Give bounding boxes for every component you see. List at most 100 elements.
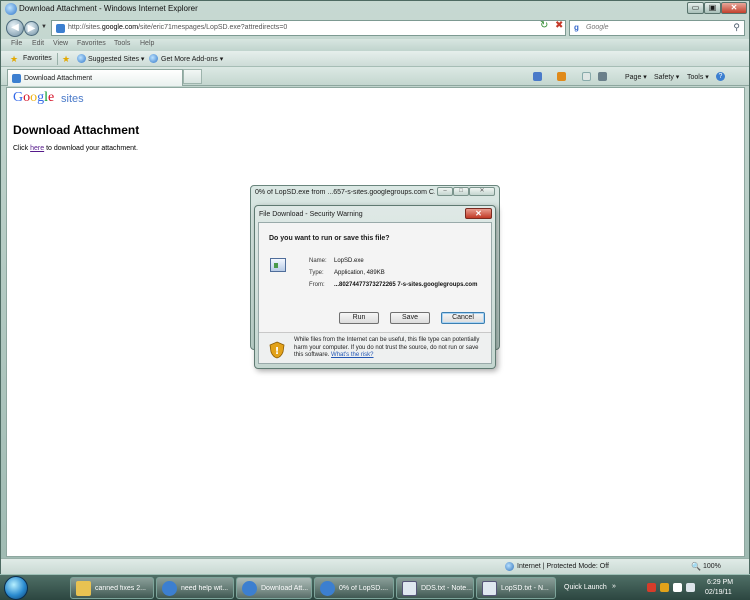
quick-launch-chevron-icon[interactable]: » <box>612 583 616 590</box>
ie-icon <box>162 581 177 596</box>
back-button[interactable]: ◀ <box>6 19 24 37</box>
dialog-close-button[interactable]: ✕ <box>465 208 492 219</box>
volume-icon[interactable] <box>686 583 695 592</box>
get-more-addons-link[interactable]: Get More Add-ons ▾ <box>161 55 223 63</box>
suggested-sites-link[interactable]: Suggested Sites ▾ <box>88 55 144 63</box>
quick-launch-label[interactable]: Quick Launch <box>564 584 607 591</box>
taskbar-button-active[interactable]: Download Att... <box>236 577 312 599</box>
menu-bar: File Edit View Favorites Tools Help <box>1 39 749 51</box>
safety-menu[interactable]: Safety ▾ <box>654 73 679 81</box>
history-dropdown-icon[interactable]: ▼ <box>41 24 47 30</box>
tab-row: Download Attachment Page ▾ Safety ▾ Tool… <box>1 67 749 86</box>
zoom-level[interactable]: 100% <box>703 563 721 570</box>
type-label: Type: <box>309 270 324 276</box>
menu-tools[interactable]: Tools <box>114 40 130 47</box>
new-tab-button[interactable] <box>183 69 202 84</box>
zoom-icon[interactable]: 🔍 <box>691 562 701 571</box>
print-icon[interactable] <box>598 72 607 81</box>
page-title: Download Attachment <box>13 123 140 137</box>
network-icon[interactable] <box>673 583 682 592</box>
taskbar-button[interactable]: need help wit... <box>156 577 234 599</box>
tray-icon[interactable] <box>660 583 669 592</box>
favorites-star-icon[interactable]: ★ <box>10 54 18 65</box>
clock-date[interactable]: 02/19/11 <box>705 589 732 596</box>
logo-letter: e <box>48 90 55 105</box>
feeds-icon[interactable] <box>557 72 566 81</box>
google-search-provider-icon: g <box>574 23 579 32</box>
clock-time[interactable]: 6:29 PM <box>707 579 733 586</box>
page-icon <box>12 74 21 83</box>
close-button[interactable]: ✕ <box>469 187 495 196</box>
sites-logo-text: sites <box>61 93 84 105</box>
download-instructions: Click here to download your attachment. <box>13 145 138 152</box>
favorites-button[interactable]: Favorites <box>23 55 52 62</box>
menu-help[interactable]: Help <box>140 40 154 47</box>
whats-the-risk-link[interactable]: What's the risk? <box>331 352 374 358</box>
ie-page-icon <box>149 54 158 63</box>
folder-icon <box>76 581 91 596</box>
maximize-button[interactable]: ▣ <box>704 2 721 14</box>
start-button[interactable] <box>4 576 28 600</box>
from-label: From: <box>309 282 325 288</box>
search-icon[interactable]: ⚲ <box>733 22 740 33</box>
forward-button[interactable]: ▶ <box>24 21 39 36</box>
stop-icon[interactable]: ✖ <box>555 20 563 31</box>
search-placeholder: Google <box>586 24 609 31</box>
ie-logo-icon <box>5 3 17 15</box>
security-zone-text[interactable]: Internet | Protected Mode: Off <box>517 563 609 570</box>
download-here-link[interactable]: here <box>30 145 44 152</box>
dialog-title: File Download - Security Warning <box>259 211 363 218</box>
menu-favorites[interactable]: Favorites <box>77 40 106 47</box>
menu-edit[interactable]: Edit <box>32 40 44 47</box>
cancel-button[interactable]: Cancel <box>441 312 485 324</box>
ie-icon <box>242 581 257 596</box>
address-bar[interactable]: http://sites.google.com/site/eric71mespa… <box>51 20 585 36</box>
taskbar-button[interactable]: canned fixes 2... <box>70 577 154 599</box>
name-label: Name: <box>309 258 327 264</box>
page-icon <box>56 24 65 33</box>
google-logo[interactable]: Google <box>13 90 54 106</box>
ie-icon <box>320 581 335 596</box>
ie-page-icon <box>77 54 86 63</box>
run-button[interactable]: Run <box>339 312 379 324</box>
home-icon[interactable] <box>533 72 542 81</box>
svg-text:!: ! <box>275 346 280 357</box>
window-title: Download Attachment - Windows Internet E… <box>19 4 198 13</box>
logo-letter: G <box>13 90 24 105</box>
dialog-warning-area: ! While files from the Internet can be u… <box>259 333 491 363</box>
address-row: ◀ ▶ ▼ http://sites.google.com/site/eric7… <box>1 17 749 39</box>
add-favorite-icon[interactable]: ★ <box>62 54 70 65</box>
warning-text: While files from the Internet can be use… <box>294 337 480 358</box>
maximize-button[interactable]: □ <box>453 187 469 196</box>
dialog-question: Do you want to run or save this file? <box>269 235 390 242</box>
favorites-bar: ★ Favorites ★ Suggested Sites ▾ Get More… <box>1 51 749 67</box>
tab-label: Download Attachment <box>24 75 93 82</box>
url-text[interactable]: http://sites.google.com/site/eric71mespa… <box>68 24 287 31</box>
help-icon[interactable]: ? <box>716 72 725 81</box>
status-bar: Internet | Protected Mode: Off 🔍 100% <box>1 558 749 574</box>
taskbar: canned fixes 2... need help wit... Downl… <box>0 574 750 600</box>
tab-download-attachment[interactable]: Download Attachment <box>7 69 183 86</box>
minimize-button[interactable]: ▭ <box>687 2 704 14</box>
menu-file[interactable]: File <box>11 40 22 47</box>
taskbar-button[interactable]: DDS.txt - Note... <box>396 577 474 599</box>
search-input[interactable]: g Google ⚲ <box>569 20 745 36</box>
notepad-icon <box>482 581 497 596</box>
tray-icon[interactable] <box>647 583 656 592</box>
dialog-body: Do you want to run or save this file? Na… <box>258 222 492 364</box>
tools-menu[interactable]: Tools ▾ <box>687 73 709 81</box>
title-bar: Download Attachment - Windows Internet E… <box>1 1 749 17</box>
refresh-icon[interactable]: ↻ <box>540 20 548 31</box>
internet-zone-icon <box>505 562 514 571</box>
menu-view[interactable]: View <box>53 40 68 47</box>
taskbar-button[interactable]: 0% of LopSD.... <box>314 577 394 599</box>
download-progress-title: 0% of LopSD.exe from ...657-s-sites.goog… <box>255 189 435 196</box>
page-menu[interactable]: Page ▾ <box>625 73 647 81</box>
save-button[interactable]: Save <box>390 312 430 324</box>
close-button[interactable]: ✕ <box>721 2 747 14</box>
file-name: LopSD.exe <box>334 258 364 264</box>
taskbar-button[interactable]: LopSD.txt - N... <box>476 577 556 599</box>
notepad-icon <box>402 581 417 596</box>
mail-icon[interactable] <box>582 72 591 81</box>
minimize-button[interactable]: – <box>437 187 453 196</box>
